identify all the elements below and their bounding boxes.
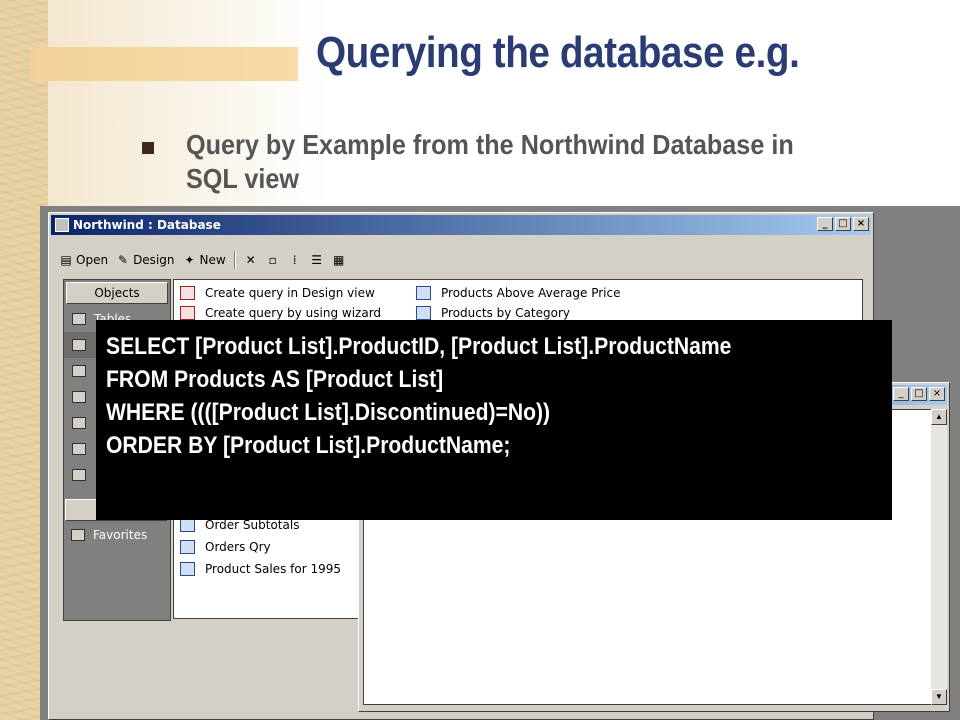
title-accent-bar bbox=[30, 47, 298, 81]
maximize-button[interactable]: □ bbox=[911, 387, 927, 401]
vertical-scrollbar[interactable]: ▲ ▼ bbox=[931, 409, 947, 705]
toolbar-separator bbox=[233, 251, 236, 269]
list-item-label: Order Subtotals bbox=[205, 518, 300, 532]
query-icon bbox=[180, 540, 195, 554]
query-icon bbox=[416, 306, 431, 320]
list-item-label: Orders Qry bbox=[205, 540, 271, 554]
small-icons-icon[interactable]: ⁞ bbox=[288, 253, 302, 267]
sql-line-where: WHERE ((([Product List].Discontinued)=No… bbox=[106, 399, 551, 426]
list-item-label: Products Above Average Price bbox=[441, 286, 621, 300]
favorites-label: Favorites bbox=[93, 528, 148, 542]
list-item-label: Products by Category bbox=[441, 306, 570, 320]
wizard-icon bbox=[180, 306, 195, 320]
module-icon bbox=[72, 469, 86, 481]
sql-line-select: SELECT [Product List].ProductID, [Produc… bbox=[106, 333, 732, 360]
design-label: Design bbox=[133, 253, 175, 267]
minimize-button[interactable]: _ bbox=[893, 387, 909, 401]
maximize-button[interactable]: □ bbox=[835, 217, 851, 231]
open-label: Open bbox=[76, 253, 109, 267]
form-icon bbox=[72, 365, 86, 377]
favorites-item[interactable]: Favorites bbox=[63, 523, 169, 547]
bullet-square-icon bbox=[142, 142, 154, 154]
database-app-icon bbox=[55, 218, 69, 232]
sql-text-box: SELECT [Product List].ProductID, [Produc… bbox=[96, 320, 892, 520]
list-item-label: Product Sales for 1995 bbox=[205, 562, 341, 576]
report-icon bbox=[72, 391, 86, 403]
query-icon bbox=[180, 518, 195, 532]
macro-icon bbox=[72, 443, 86, 455]
list-item-label: Create query in Design view bbox=[205, 286, 375, 300]
minimize-button[interactable]: _ bbox=[817, 217, 833, 231]
scroll-down-icon[interactable]: ▼ bbox=[931, 689, 947, 705]
close-button[interactable]: × bbox=[853, 217, 869, 231]
close-button[interactable]: × bbox=[929, 387, 945, 401]
table-icon bbox=[72, 313, 86, 325]
details-view-icon[interactable]: ▦ bbox=[332, 253, 346, 267]
slide-title: Querying the database e.g. bbox=[316, 28, 800, 77]
new-button[interactable]: ✦ New bbox=[183, 253, 226, 267]
large-icons-icon[interactable]: ▫ bbox=[266, 253, 280, 267]
new-label: New bbox=[199, 253, 226, 267]
bullet-text: Query by Example from the Northwind Data… bbox=[186, 129, 794, 194]
page-icon bbox=[72, 417, 86, 429]
database-window-title: Northwind : Database bbox=[73, 218, 221, 232]
design-icon: ✎ bbox=[118, 253, 129, 267]
scroll-up-icon[interactable]: ▲ bbox=[931, 409, 947, 425]
list-item[interactable]: Create query in Design view bbox=[180, 284, 375, 302]
design-button[interactable]: ✎ Design bbox=[116, 253, 174, 267]
sql-line-orderby: ORDER BY [Product List].ProductName; bbox=[106, 432, 511, 459]
open-icon: ▤ bbox=[60, 253, 72, 267]
query-icon bbox=[180, 562, 195, 576]
open-button[interactable]: ▤ Open bbox=[59, 253, 108, 267]
objects-header[interactable]: Objects bbox=[66, 282, 168, 304]
list-item[interactable]: Orders Qry bbox=[180, 538, 271, 556]
query-icon bbox=[72, 339, 86, 351]
database-toolbar: ▤ Open ✎ Design ✦ New ✕ ▫ ⁞ ☰ ▦ bbox=[59, 249, 346, 271]
list-item[interactable]: Products Above Average Price bbox=[416, 284, 620, 302]
design-view-icon bbox=[180, 286, 195, 300]
list-view-icon[interactable]: ☰ bbox=[310, 253, 324, 267]
delete-icon[interactable]: ✕ bbox=[244, 253, 258, 267]
list-item-label: Create query by using wizard bbox=[205, 306, 382, 320]
database-window-titlebar[interactable]: Northwind : Database _ □ × bbox=[51, 215, 871, 235]
list-item[interactable]: Product Sales for 1995 bbox=[180, 560, 341, 578]
new-icon: ✦ bbox=[184, 253, 195, 267]
favorites-icon bbox=[71, 529, 85, 541]
sql-line-from: FROM Products AS [Product List] bbox=[106, 366, 444, 393]
query-icon bbox=[416, 286, 431, 300]
